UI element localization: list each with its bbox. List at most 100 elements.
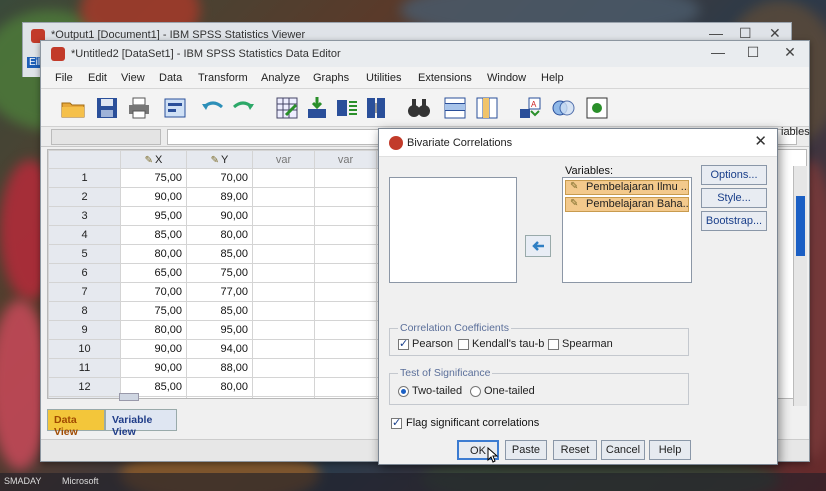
menu-help[interactable]: Help xyxy=(541,72,564,84)
two-tailed-radio[interactable]: Two-tailed xyxy=(398,385,462,397)
row-number-cell[interactable]: 7 xyxy=(48,282,121,302)
menu-edit[interactable]: Edit xyxy=(88,72,107,84)
bootstrap-button[interactable]: Bootstrap... xyxy=(701,211,767,231)
row-number-cell[interactable]: 2 xyxy=(48,187,121,207)
cell-name-box[interactable] xyxy=(51,129,161,145)
save-icon[interactable] xyxy=(93,94,121,122)
empty-cell[interactable] xyxy=(252,282,315,302)
cell-y[interactable]: 95,00 xyxy=(186,320,253,340)
editor-titlebar[interactable]: *Untitled2 [DataSet1] - IBM SPSS Statist… xyxy=(41,41,809,67)
flag-significant-checkbox[interactable]: Flag significant correlations xyxy=(391,416,539,429)
cell-x[interactable]: 85,00 xyxy=(120,225,187,245)
row-number-cell[interactable]: 4 xyxy=(48,225,121,245)
cell-x[interactable]: 80,00 xyxy=(120,320,187,340)
cell-y[interactable]: 75,00 xyxy=(186,263,253,283)
find-binoculars-icon[interactable] xyxy=(405,94,433,122)
empty-cell[interactable] xyxy=(314,377,377,397)
menu-transform[interactable]: Transform xyxy=(198,72,248,84)
undo-icon[interactable] xyxy=(199,94,227,122)
cell-x[interactable]: 90,00 xyxy=(120,187,187,207)
corner-header[interactable] xyxy=(48,150,121,169)
empty-cell[interactable] xyxy=(314,358,377,378)
vertical-scrollbar[interactable] xyxy=(793,166,807,406)
spearman-checkbox[interactable]: Spearman xyxy=(548,338,613,350)
use-sets-icon[interactable] xyxy=(549,94,577,122)
empty-cell[interactable] xyxy=(252,244,315,264)
insert-cases-icon[interactable] xyxy=(441,94,469,122)
goto-variable-icon[interactable] xyxy=(303,94,331,122)
column-header-var[interactable]: var xyxy=(314,150,377,169)
cell-y[interactable]: 79,00 xyxy=(186,396,253,398)
value-labels-icon[interactable]: A xyxy=(516,94,544,122)
empty-cell[interactable] xyxy=(252,168,315,188)
cell-x[interactable]: 90,00 xyxy=(120,339,187,359)
cell-y[interactable]: 80,00 xyxy=(186,377,253,397)
column-header-y[interactable]: ✎ Y xyxy=(186,150,253,169)
empty-cell[interactable] xyxy=(314,282,377,302)
cell-x[interactable]: 80,00 xyxy=(120,244,187,264)
editor-minimize-icon[interactable]: — xyxy=(703,44,733,60)
empty-cell[interactable] xyxy=(314,339,377,359)
menu-data[interactable]: Data xyxy=(159,72,182,84)
empty-cell[interactable] xyxy=(314,206,377,226)
list-item[interactable]: ✎ Pembelajaran Ilmu ... xyxy=(565,180,689,195)
bivariate-correlations-dialog[interactable]: Bivariate Correlations ✕ Variables: ✎ Pem… xyxy=(378,128,778,465)
row-number-cell[interactable]: 13 xyxy=(48,396,121,398)
column-header-x[interactable]: ✎ X xyxy=(120,150,187,169)
cell-y[interactable]: 90,00 xyxy=(186,206,253,226)
empty-cell[interactable] xyxy=(252,187,315,207)
paste-button[interactable]: Paste xyxy=(505,440,547,460)
row-number-cell[interactable]: 5 xyxy=(48,244,121,264)
cell-x[interactable]: 75,00 xyxy=(120,301,187,321)
editor-close-icon[interactable]: ✕ xyxy=(775,44,805,61)
empty-cell[interactable] xyxy=(314,187,377,207)
empty-cell[interactable] xyxy=(314,225,377,245)
kendall-checkbox[interactable]: Kendall's tau-b xyxy=(458,338,544,350)
menu-window[interactable]: Window xyxy=(487,72,526,84)
cancel-button[interactable]: Cancel xyxy=(601,440,645,460)
empty-cell[interactable] xyxy=(314,244,377,264)
cell-x[interactable]: 70,00 xyxy=(120,282,187,302)
menu-utilities[interactable]: Utilities xyxy=(366,72,401,84)
goto-case-icon[interactable] xyxy=(273,94,301,122)
dialog-recall-icon[interactable] xyxy=(161,94,189,122)
empty-cell[interactable] xyxy=(314,263,377,283)
dialog-titlebar[interactable]: Bivariate Correlations ✕ xyxy=(379,129,777,157)
empty-cell[interactable] xyxy=(252,320,315,340)
empty-cell[interactable] xyxy=(314,168,377,188)
empty-cell[interactable] xyxy=(252,396,315,398)
variables-icon[interactable] xyxy=(333,94,361,122)
menu-file[interactable]: File xyxy=(55,72,73,84)
cell-x[interactable]: 75,00 xyxy=(120,168,187,188)
empty-cell[interactable] xyxy=(252,339,315,359)
cell-x[interactable]: 95,00 xyxy=(120,206,187,226)
row-number-cell[interactable]: 10 xyxy=(48,339,121,359)
empty-cell[interactable] xyxy=(252,358,315,378)
row-number-cell[interactable]: 11 xyxy=(48,358,121,378)
cell-y[interactable]: 85,00 xyxy=(186,244,253,264)
horizontal-scroll-thumb[interactable] xyxy=(119,393,139,401)
row-number-cell[interactable]: 3 xyxy=(48,206,121,226)
empty-cell[interactable] xyxy=(314,396,377,398)
cell-y[interactable]: 80,00 xyxy=(186,225,253,245)
one-tailed-radio[interactable]: One-tailed xyxy=(470,385,535,397)
help-button[interactable]: Help xyxy=(649,440,691,460)
menu-extensions[interactable]: Extensions xyxy=(418,72,472,84)
viewer-minimize-icon[interactable]: — xyxy=(709,25,723,41)
empty-cell[interactable] xyxy=(252,263,315,283)
tab-variable-view[interactable]: Variable View xyxy=(105,409,177,438)
row-number-cell[interactable]: 1 xyxy=(48,168,121,188)
open-folder-icon[interactable] xyxy=(59,94,87,122)
insert-variable-icon[interactable] xyxy=(473,94,501,122)
cell-y[interactable]: 89,00 xyxy=(186,187,253,207)
spell-check-icon[interactable] xyxy=(583,94,611,122)
reset-button[interactable]: Reset xyxy=(553,440,597,460)
menu-graphs[interactable]: Graphs xyxy=(313,72,349,84)
empty-cell[interactable] xyxy=(252,225,315,245)
dialog-close-icon[interactable]: ✕ xyxy=(754,132,767,150)
style-button[interactable]: Style... xyxy=(701,188,767,208)
options-button[interactable]: Options... xyxy=(701,165,767,185)
empty-cell[interactable] xyxy=(252,377,315,397)
cell-y[interactable]: 77,00 xyxy=(186,282,253,302)
menu-analyze[interactable]: Analyze xyxy=(261,72,300,84)
